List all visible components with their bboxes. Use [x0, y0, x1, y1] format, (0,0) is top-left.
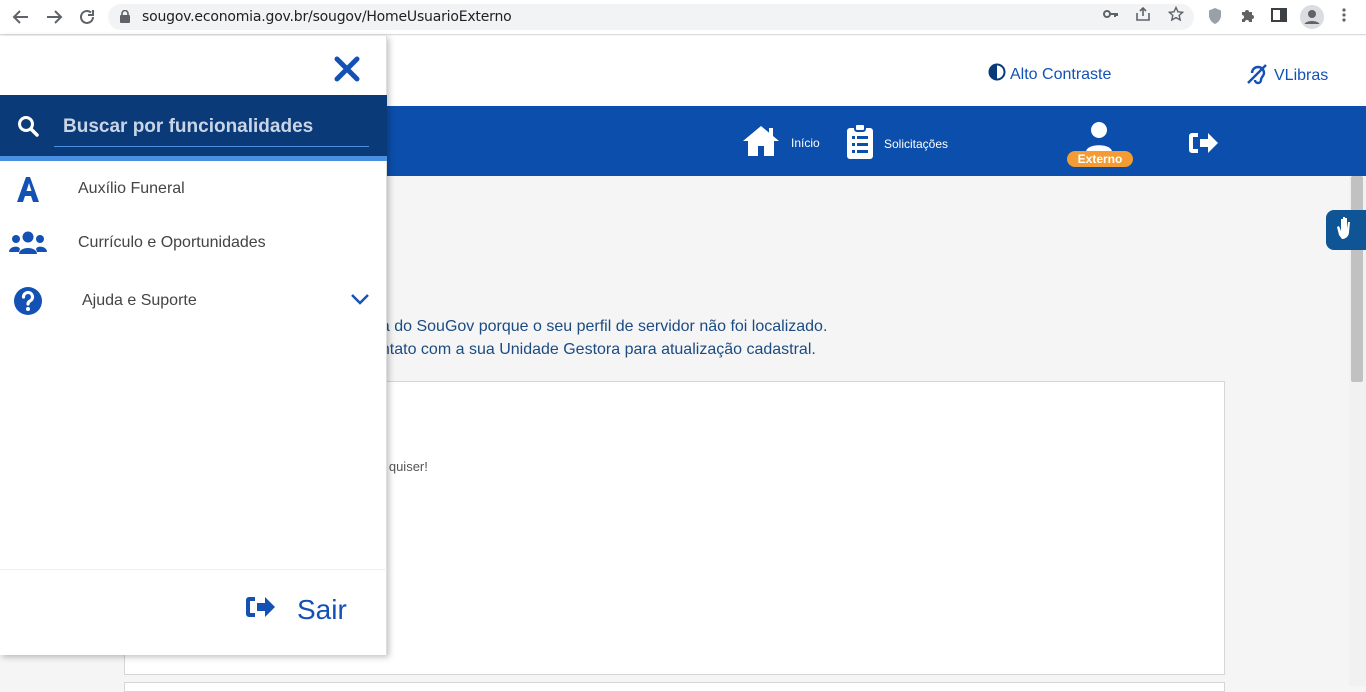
nav-label-solicitacoes: Solicitações	[884, 136, 949, 151]
url-text: sougov.economia.gov.br/sougov/HomeUsuari…	[142, 9, 512, 25]
vlibras-link[interactable]: VLibras	[1246, 61, 1328, 90]
side-panel-icon[interactable]	[1271, 7, 1289, 25]
search-icon[interactable]	[17, 115, 39, 142]
hearing-icon	[1246, 61, 1268, 90]
share-icon[interactable]	[1135, 6, 1151, 22]
help-circle-icon	[9, 284, 47, 318]
profile-avatar-icon[interactable]	[1300, 5, 1324, 29]
puzzle-extensions-icon[interactable]	[1239, 7, 1257, 25]
lock-icon	[120, 9, 130, 28]
nav-item-inicio[interactable]: Início	[741, 124, 820, 161]
sign-out-icon	[245, 594, 275, 626]
shield-extension-icon[interactable]	[1207, 7, 1225, 25]
menu-item-label: Auxílio Funeral	[78, 180, 185, 197]
menu-item-ajuda-suporte[interactable]: Ajuda e Suporte	[0, 276, 387, 326]
users-icon	[9, 226, 47, 260]
key-icon[interactable]	[1103, 6, 1119, 22]
vlibras-widget-button[interactable]	[1326, 210, 1366, 250]
browser-toolbar: sougov.economia.gov.br/sougov/HomeUsuari…	[0, 0, 1366, 35]
side-menu: Auxílio Funeral Currículo e Oportunidade…	[0, 36, 387, 655]
content-card-secondary	[124, 682, 1225, 692]
logout-icon[interactable]	[1188, 131, 1218, 160]
scrollbar-thumb[interactable]	[1351, 176, 1363, 382]
chevron-down-icon[interactable]	[350, 292, 370, 310]
high-contrast-toggle[interactable]: Alto Contraste	[988, 63, 1111, 86]
forward-icon[interactable]	[42, 6, 66, 28]
letter-a-icon	[9, 172, 47, 206]
search-input[interactable]	[54, 107, 369, 147]
clipboard-list-icon	[846, 123, 874, 163]
nav-item-solicitacoes[interactable]: Solicitações	[846, 123, 949, 163]
profile-badge: Externo	[1067, 151, 1133, 167]
kebab-menu-icon[interactable]	[1336, 7, 1354, 25]
menu-item-auxilio-funeral[interactable]: Auxílio Funeral	[0, 164, 387, 214]
vlibras-label: VLibras	[1274, 66, 1329, 84]
menu-divider	[0, 569, 387, 570]
back-icon[interactable]	[9, 6, 33, 28]
profile-not-found-message: na do SouGov porque o seu perfil de serv…	[372, 318, 828, 335]
home-icon	[741, 124, 781, 161]
address-bar[interactable]: sougov.economia.gov.br/sougov/HomeUsuari…	[108, 4, 1194, 30]
sign-language-hands-icon	[1333, 215, 1359, 246]
logout-button[interactable]: Sair	[245, 594, 347, 626]
reload-icon[interactable]	[75, 6, 99, 28]
search-bar	[0, 95, 387, 161]
logout-label: Sair	[297, 594, 347, 625]
contrast-label: Alto Contraste	[1010, 65, 1112, 83]
bookmark-star-icon[interactable]	[1167, 5, 1185, 22]
menu-item-curriculo[interactable]: Currículo e Oportunidades	[0, 218, 387, 268]
contrast-icon	[988, 63, 1006, 86]
menu-item-label: Currículo e Oportunidades	[78, 234, 266, 251]
nav-label-inicio: Início	[791, 135, 820, 150]
contact-unit-message: ontato com a sua Unidade Gestora para at…	[372, 341, 816, 358]
close-icon[interactable]	[334, 56, 362, 84]
menu-item-label: Ajuda e Suporte	[82, 292, 197, 309]
